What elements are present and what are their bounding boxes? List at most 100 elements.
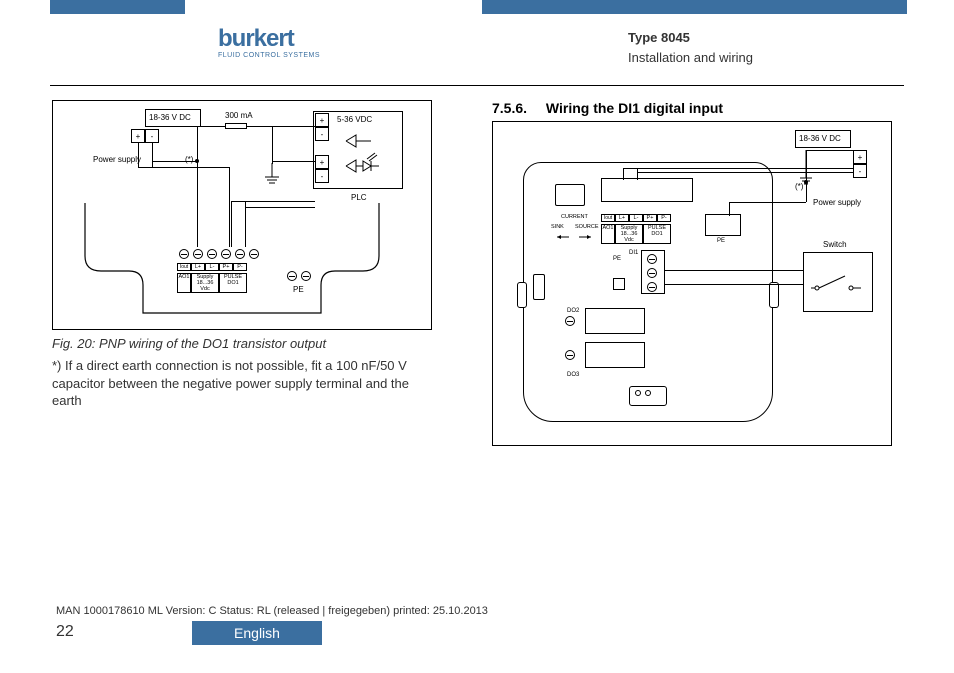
bot-pins <box>635 390 651 396</box>
wire <box>665 270 803 271</box>
pe-terminals <box>285 269 313 283</box>
wire <box>272 126 273 164</box>
t-lm: L- <box>629 214 643 222</box>
t-pulse: PULSE DO1 <box>643 224 671 244</box>
mount-tab <box>517 282 527 308</box>
column-left: 18-36 V DC + - Power supply 300 mA + - 5… <box>0 100 432 446</box>
t-iout: Iout <box>601 214 615 222</box>
t-lp: L+ <box>191 263 205 271</box>
plc-symbol-icon <box>341 131 391 181</box>
switch-symbol-icon <box>811 270 865 300</box>
supply-terminals: + - <box>853 150 867 178</box>
section-heading: 7.5.6. Wiring the DI1 digital input <box>492 100 904 116</box>
supply-terminals: + - <box>131 129 159 143</box>
wire <box>231 201 315 202</box>
device-terminal-screws <box>177 247 261 261</box>
wire <box>623 168 624 180</box>
ground-icon <box>263 163 281 189</box>
pe-label: PE <box>293 285 304 294</box>
t-pm: P- <box>657 214 671 222</box>
wire <box>138 167 230 168</box>
bottom-connector <box>629 386 667 406</box>
wire <box>729 202 806 203</box>
wire <box>152 143 153 167</box>
di1-pin <box>613 278 625 290</box>
t-pp: P+ <box>219 263 233 271</box>
footer: MAN 1000178610 ML Version: C Status: RL … <box>0 605 954 645</box>
fuse-label: 300 mA <box>225 111 253 120</box>
display-icon <box>555 184 585 206</box>
t-ao1: AO1 <box>177 273 191 293</box>
t-pp: P+ <box>643 214 657 222</box>
wire <box>623 168 853 169</box>
power-supply-label: Power supply <box>93 155 141 164</box>
wire <box>665 284 803 285</box>
junction-dot <box>195 159 199 163</box>
source-label: SOURCE <box>575 224 599 230</box>
logo-text: burkert <box>218 28 320 50</box>
do3-terms <box>563 348 577 362</box>
terminal-label-row: Iout L+ L- P+ P- <box>177 263 247 271</box>
wire <box>315 118 316 126</box>
di1-pe: PE <box>613 256 621 262</box>
current-label: CURRENT <box>561 214 588 220</box>
do3-box <box>585 342 645 368</box>
voltage-label: 18-36 V DC <box>799 134 841 143</box>
di1-terminals <box>645 252 659 294</box>
di1-label: DI1 <box>629 250 638 256</box>
header-rule <box>50 85 904 86</box>
page-header: burkert FLUID CONTROL SYSTEMS Type 8045 … <box>0 0 954 80</box>
t-supply: Supply 18...36 Vdc <box>615 224 643 244</box>
arrows-icon <box>553 232 597 242</box>
do2-box <box>585 308 645 334</box>
wire <box>272 161 315 162</box>
switch-label: Switch <box>823 240 847 249</box>
top-term-frame <box>601 178 693 202</box>
logo-tagline: FLUID CONTROL SYSTEMS <box>218 52 320 59</box>
plc-bot-terms: + - <box>315 155 329 183</box>
supply-minus: - <box>853 164 867 178</box>
doc-section: Installation and wiring <box>628 48 753 68</box>
plc-minus2: - <box>315 169 329 183</box>
language-badge: English <box>192 621 322 645</box>
plc-plus: + <box>315 113 329 127</box>
junction-dot <box>804 180 808 184</box>
wire <box>853 164 854 168</box>
wire <box>729 202 730 216</box>
fuse-icon <box>225 123 247 129</box>
doc-type: Type 8045 <box>628 28 753 48</box>
figure-note: *) If a direct earth connection is not p… <box>52 357 422 410</box>
wire <box>806 150 807 202</box>
footer-meta: MAN 1000178610 ML Version: C Status: RL … <box>56 605 954 617</box>
header-bar-right <box>482 0 907 14</box>
t-pm: P- <box>233 263 247 271</box>
wire <box>272 161 273 164</box>
t-supply: Supply 18...36 Vdc <box>191 273 219 293</box>
wire <box>637 168 638 180</box>
content: 18-36 V DC + - Power supply 300 mA + - 5… <box>0 100 954 446</box>
pe-label: PE <box>717 238 725 244</box>
terminal-sub-row: AO1 Supply 18...36 Vdc PULSE DO1 <box>177 273 247 293</box>
do2-terms <box>563 314 577 328</box>
t-lm: L- <box>205 263 219 271</box>
side-connector <box>533 274 545 300</box>
figure-di1-diagram: 18-36 V DC + - Power supply (*) Switch <box>492 121 892 446</box>
plc-plus2: + <box>315 155 329 169</box>
do3-label: DO3 <box>567 372 579 378</box>
wire <box>806 150 853 151</box>
t-lp: L+ <box>615 214 629 222</box>
supply-plus: + <box>131 129 145 143</box>
section-number: 7.5.6. <box>492 100 542 116</box>
wire <box>267 126 315 127</box>
term-sublabels: AO1 Supply 18...36 Vdc PULSE DO1 <box>601 224 671 244</box>
plc-minus: - <box>315 127 329 141</box>
header-text: Type 8045 Installation and wiring <box>628 28 753 67</box>
figure-caption: Fig. 20: PNP wiring of the DO1 transisto… <box>52 336 422 351</box>
power-supply-label: Power supply <box>813 198 861 207</box>
pe-frame <box>705 214 741 236</box>
plc-top-terms: + - <box>315 113 329 141</box>
wire <box>247 126 267 127</box>
t-ao1: AO1 <box>601 224 615 244</box>
sink-label: SINK <box>551 224 564 230</box>
plc-voltage: 5-36 VDC <box>337 115 372 124</box>
